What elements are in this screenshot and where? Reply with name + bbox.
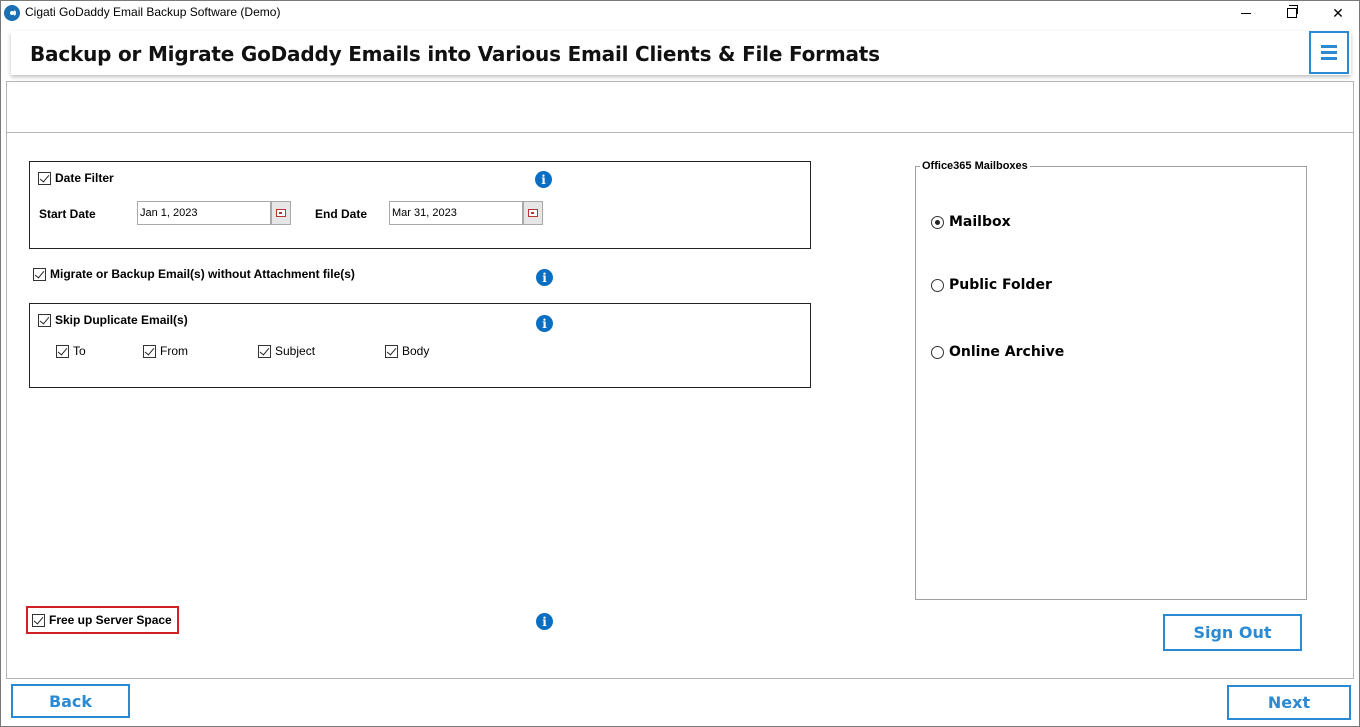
next-button[interactable]: Next [1227,685,1351,720]
without-attachment-info-icon[interactable]: i [536,269,553,286]
checkbox-icon [385,344,398,358]
calendar-icon [276,209,286,217]
free-up-server-label: Free up Server Space [49,613,172,627]
checkbox-icon [143,344,156,358]
checkbox-icon [258,344,271,358]
page-header: Backup or Migrate GoDaddy Emails into Va… [11,31,1351,75]
mailboxes-fieldset [915,166,1307,600]
mailboxes-legend: Office365 Mailboxes [920,160,1030,172]
free-up-server-checkbox[interactable]: Free up Server Space [32,613,172,627]
minimize-icon [1241,12,1251,14]
end-date-label: End Date [315,207,368,221]
back-button[interactable]: Back [11,684,130,718]
date-filter-checkbox[interactable]: Date Filter [38,171,114,185]
dup-from-checkbox[interactable]: From [143,344,188,358]
radio-icon [931,278,944,292]
without-attachment-checkbox[interactable]: Migrate or Backup Email(s) without Attac… [33,267,355,281]
checkbox-icon [56,344,69,358]
free-up-info-icon[interactable]: i [536,613,553,630]
sign-out-button[interactable]: Sign Out [1163,614,1302,651]
skip-duplicate-checkbox[interactable]: Skip Duplicate Email(s) [38,313,188,327]
radio-icon [931,345,944,359]
close-button[interactable]: ✕ [1315,1,1360,25]
dup-subject-checkbox[interactable]: Subject [258,344,315,358]
maximize-button[interactable] [1269,1,1315,25]
window-title: Cigati GoDaddy Email Backup Software (De… [25,5,281,19]
skip-duplicate-label: Skip Duplicate Email(s) [55,313,188,327]
date-filter-label: Date Filter [55,171,114,185]
online-archive-radio[interactable]: Online Archive [931,344,1064,360]
date-filter-info-icon[interactable]: i [535,171,552,188]
close-icon: ✕ [1332,4,1344,21]
mailbox-label: Mailbox [949,214,1011,230]
start-date-input[interactable]: Jan 1, 2023 [137,201,271,225]
minimize-button[interactable] [1223,1,1269,25]
checkbox-icon [33,267,46,281]
top-panel [6,81,1354,133]
app-logo-icon [4,5,20,21]
checkbox-icon [32,613,45,627]
menu-button[interactable] [1309,31,1349,74]
app-window: Cigati GoDaddy Email Backup Software (De… [0,0,1360,727]
end-date-calendar-button[interactable] [523,201,543,225]
dup-to-label: To [73,344,86,358]
dup-from-label: From [160,344,188,358]
end-date-input[interactable]: Mar 31, 2023 [389,201,523,225]
dup-body-checkbox[interactable]: Body [385,344,429,358]
dup-body-label: Body [402,344,430,358]
radio-icon [931,215,944,229]
title-bar: Cigati GoDaddy Email Backup Software (De… [1,1,1359,25]
start-date-label: Start Date [39,207,96,221]
online-archive-label: Online Archive [949,344,1065,360]
checkbox-icon [38,313,51,327]
start-date-calendar-button[interactable] [271,201,291,225]
restore-icon [1287,5,1298,18]
without-attachment-label: Migrate or Backup Email(s) without Attac… [50,267,355,281]
skip-duplicate-info-icon[interactable]: i [536,315,553,332]
dup-subject-label: Subject [275,344,316,358]
public-folder-radio[interactable]: Public Folder [931,277,1052,293]
mailbox-radio[interactable]: Mailbox [931,214,1011,230]
calendar-icon [528,209,538,217]
dup-to-checkbox[interactable]: To [56,344,86,358]
public-folder-label: Public Folder [949,277,1052,293]
page-title: Backup or Migrate GoDaddy Emails into Va… [30,42,880,66]
hamburger-icon [1321,45,1337,48]
checkbox-icon [38,171,51,185]
